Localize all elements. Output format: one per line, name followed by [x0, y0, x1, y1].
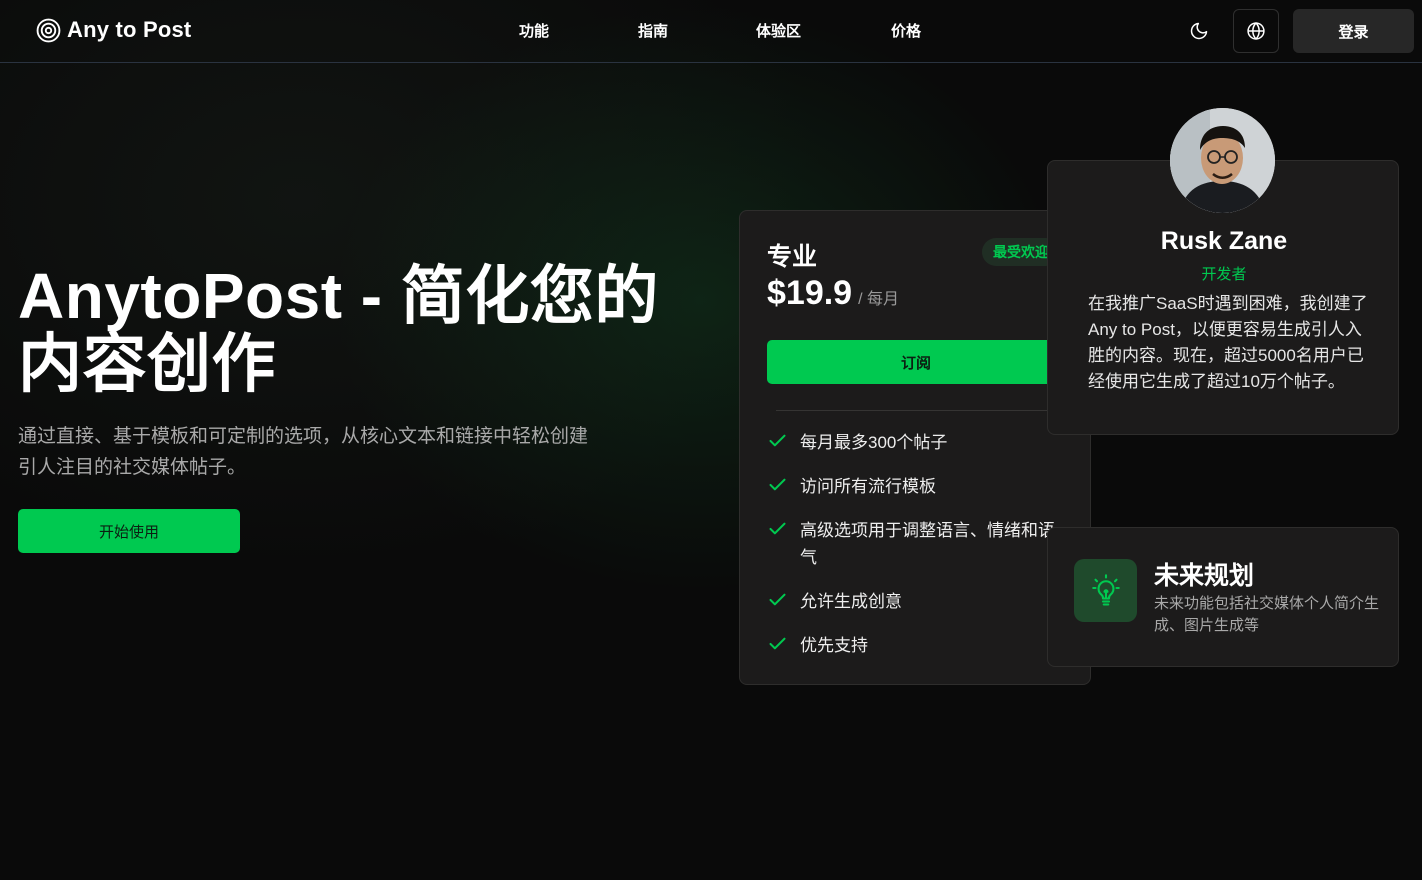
- feature-text: 访问所有流行模板: [800, 477, 936, 496]
- theme-toggle-button[interactable]: [1183, 15, 1215, 47]
- testimonial-quote: 在我推广SaaS时遇到困难，我创建了Any to Post，以便更容易生成引人入…: [1088, 294, 1368, 391]
- check-icon: [769, 522, 786, 535]
- feature-text: 每月最多300个帖子: [800, 433, 948, 452]
- feature-item: 访问所有流行模板: [767, 473, 1067, 500]
- price-period: / 每月: [858, 291, 899, 308]
- feature-item: 高级选项用于调整语言、情绪和语气: [767, 517, 1067, 571]
- roadmap-description: 未来功能包括社交媒体个人简介生成、图片生成等: [1154, 595, 1380, 634]
- roadmap-card: 未来规划 未来功能包括社交媒体个人简介生成、图片生成等: [1047, 527, 1399, 667]
- subscribe-button[interactable]: 订阅: [767, 340, 1065, 384]
- feature-text: 高级选项用于调整语言、情绪和语气: [800, 521, 1055, 567]
- price-amount: $19.9: [767, 274, 853, 312]
- divider: [776, 410, 1056, 411]
- feature-item: 优先支持: [767, 632, 1067, 659]
- feature-list: 每月最多300个帖子 访问所有流行模板 高级选项用于调整语言、情绪和语气 允许生…: [767, 429, 1067, 676]
- feature-text: 优先支持: [800, 636, 868, 655]
- hero-description: 通过直接、基于模板和可定制的选项，从核心文本和链接中轻松创建引人注目的社交媒体帖…: [18, 426, 589, 478]
- moon-icon: [1190, 22, 1208, 40]
- plan-name: 专业: [767, 243, 818, 271]
- nav-item-guide[interactable]: 指南: [638, 20, 668, 41]
- roadmap-title: 未来规划: [1154, 562, 1255, 590]
- check-icon: [769, 593, 786, 606]
- check-icon: [769, 478, 786, 491]
- hero-title: AnytoPost - 简化您的内容创作: [18, 260, 659, 400]
- avatar: [1170, 108, 1275, 213]
- get-started-button[interactable]: 开始使用: [18, 509, 240, 553]
- login-button[interactable]: 登录: [1293, 9, 1414, 53]
- language-button[interactable]: [1233, 9, 1279, 53]
- avatar-image: [1170, 108, 1275, 213]
- feature-text: 允许生成创意: [800, 592, 902, 611]
- pricing-card: 专业 最受欢迎 $19.9 / 每月 订阅 每月最多300个帖子 访问所有流行模…: [739, 210, 1091, 685]
- author-name: Rusk Zane: [1160, 227, 1288, 255]
- feature-item: 允许生成创意: [767, 588, 1067, 615]
- feature-item: 每月最多300个帖子: [767, 429, 1067, 456]
- check-icon: [769, 434, 786, 447]
- lightbulb-icon: [1091, 573, 1120, 606]
- globe-icon: [1247, 22, 1265, 40]
- nav-item-playground[interactable]: 体验区: [756, 20, 801, 41]
- author-role: 开发者: [1201, 266, 1247, 283]
- check-icon: [769, 637, 786, 650]
- nav-item-features[interactable]: 功能: [519, 20, 549, 41]
- roadmap-icon-tile: [1074, 559, 1137, 622]
- price: $19.9 / 每月: [767, 274, 899, 313]
- nav-item-pricing[interactable]: 价格: [891, 20, 921, 41]
- top-navbar: Any to Post 功能 指南 体验区 价格 登录: [0, 0, 1422, 63]
